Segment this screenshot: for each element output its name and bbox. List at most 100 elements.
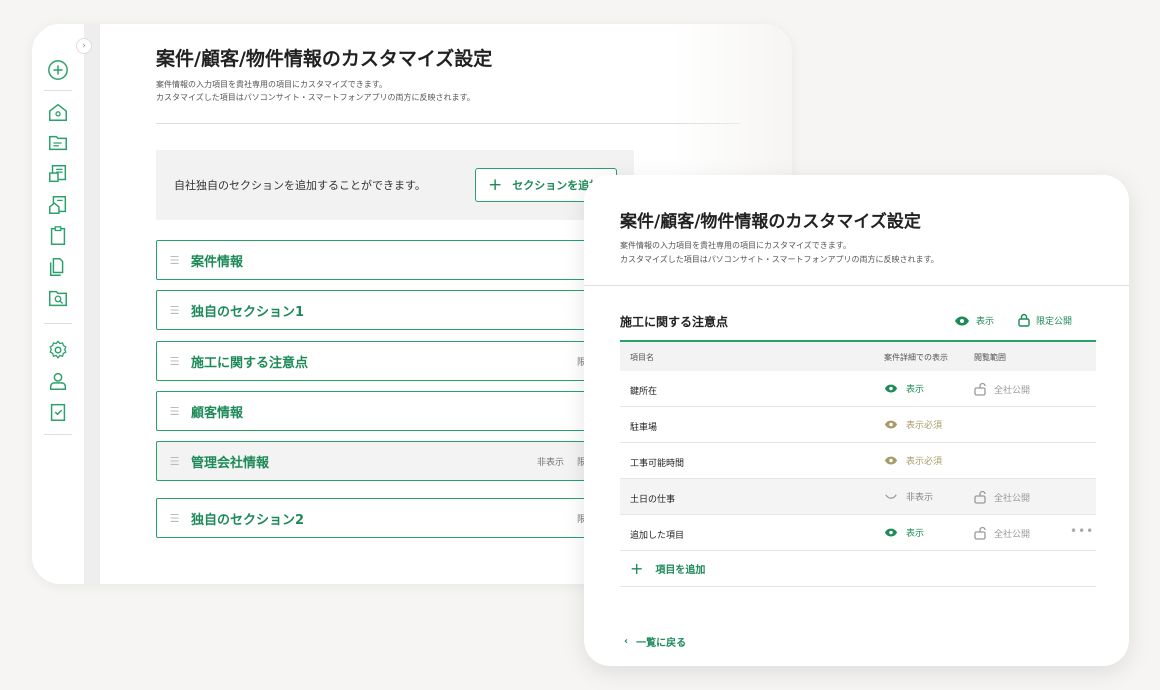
table-row[interactable]: 土日の仕事 非表示 全社公開	[620, 479, 1096, 515]
section-label: 施工に関する注意点	[191, 355, 309, 371]
section-label: 管理会社情報	[191, 455, 270, 471]
plus-icon: +	[630, 559, 644, 578]
visibility-toggle[interactable]: 表示	[954, 314, 994, 327]
section-label: 独自のセクション2	[191, 512, 305, 528]
fields-table: 項目名 案件詳細での表示 閲覧範囲 鍵所在 表示 全社公開 駐車場 表示必須 工…	[620, 340, 1096, 587]
field-name: 駐車場	[630, 423, 658, 433]
home-icon[interactable]	[46, 100, 70, 124]
add-section-text: 自社独自のセクションを追加することができます。	[174, 179, 426, 192]
divider	[156, 123, 740, 124]
back-link[interactable]: ‹ 一覧に戻る	[624, 634, 686, 649]
table-row[interactable]: 追加した項目 表示 全社公開 •••	[620, 515, 1096, 551]
lock-icon	[1018, 313, 1030, 327]
page-description: 案件情報の入力項目を貴社専用の項目にカスタマイズできます。 カスタマイズした項目…	[156, 78, 475, 104]
folder-list-icon[interactable]	[46, 131, 70, 155]
section-item[interactable]: ☰ 独自のセクション1	[156, 290, 634, 330]
page-description: 案件情報の入力項目を貴社専用の項目にカスタマイズできます。 カスタマイズした項目…	[620, 239, 939, 267]
visibility-label: 表示	[976, 317, 995, 327]
sidebar-divider	[44, 90, 72, 91]
column-display: 案件詳細での表示	[884, 353, 948, 362]
limited-label: 限定公開	[1036, 316, 1073, 327]
scope-label: 全社公開	[994, 529, 1031, 540]
eye-icon	[884, 456, 898, 465]
section-item[interactable]: ☰ 管理会社情報 非表示 限	[156, 441, 634, 481]
eye-closed-icon	[885, 494, 897, 499]
table-row[interactable]: 駐車場 表示必須	[620, 407, 1096, 443]
section-item[interactable]: ☰ 案件情報	[156, 240, 634, 280]
section-label: 独自のセクション1	[191, 304, 305, 320]
checklist-icon[interactable]	[46, 400, 70, 424]
page-title: 案件/顧客/物件情報のカスタマイズ設定	[620, 212, 921, 232]
divider	[584, 285, 1129, 286]
unlock-icon	[974, 490, 986, 504]
column-scope: 閲覧範囲	[974, 353, 1006, 362]
limited-access-toggle[interactable]: 限定公開	[1018, 313, 1072, 327]
add-item-label: 項目を追加	[655, 565, 706, 576]
display-label: 非表示	[906, 493, 934, 503]
display-label: 表示必須	[906, 457, 943, 467]
display-label: 表示	[906, 529, 925, 539]
drag-handle-icon[interactable]: ☰	[157, 355, 191, 368]
display-setting[interactable]: 表示必須	[884, 454, 942, 467]
table-row[interactable]: 工事可能時間 表示必須	[620, 443, 1096, 479]
description-line: 案件情報の入力項目を貴社専用の項目にカスタマイズできます。	[156, 80, 387, 89]
add-item-button[interactable]: + 項目を追加	[620, 551, 1096, 587]
table-row[interactable]: 鍵所在 表示 全社公開	[620, 371, 1096, 407]
display-setting[interactable]: 非表示	[884, 490, 933, 503]
files-icon[interactable]	[46, 255, 70, 279]
sidebar-divider	[44, 323, 72, 324]
sidebar-expand-icon[interactable]: ›	[76, 38, 92, 54]
front-window: 案件/顧客/物件情報のカスタマイズ設定 案件情報の入力項目を貴社専用の項目にカス…	[584, 175, 1129, 666]
drag-handle-icon[interactable]: ☰	[157, 512, 191, 525]
eye-icon	[884, 384, 898, 393]
add-circle-icon[interactable]	[46, 58, 70, 82]
drag-handle-icon[interactable]: ☰	[157, 304, 191, 317]
settings-icon[interactable]	[46, 338, 70, 362]
eye-icon	[884, 420, 898, 429]
customer-card-icon[interactable]	[46, 162, 70, 186]
section-title: 施工に関する注意点	[620, 315, 729, 329]
display-setting[interactable]: 表示	[884, 382, 924, 395]
field-name: 工事可能時間	[630, 459, 685, 469]
column-name: 項目名	[630, 353, 654, 362]
scope-label: 全社公開	[994, 493, 1031, 504]
clipboard-icon[interactable]	[46, 224, 70, 248]
scope-setting[interactable]: 全社公開	[974, 490, 1030, 504]
add-section-panel: 自社独自のセクションを追加することができます。 + セクションを追加	[156, 150, 634, 220]
sidebar	[32, 24, 84, 584]
plus-icon: +	[488, 175, 503, 195]
user-icon[interactable]	[46, 369, 70, 393]
scope-setting[interactable]: 全社公開	[974, 382, 1030, 396]
table-header: 項目名 案件詳細での表示 閲覧範囲	[620, 340, 1096, 371]
back-link-label: 一覧に戻る	[636, 638, 687, 649]
section-item[interactable]: ☰ 顧客情報	[156, 391, 634, 431]
field-name: 鍵所在	[630, 387, 658, 397]
property-card-icon[interactable]	[46, 193, 70, 217]
scope-label: 全社公開	[994, 385, 1031, 396]
sidebar-rail	[84, 24, 100, 584]
sidebar-divider	[44, 434, 72, 435]
drag-handle-icon[interactable]: ☰	[157, 254, 191, 267]
field-name: 土日の仕事	[630, 495, 676, 505]
description-line: カスタマイズした項目はパソコンサイト・スマートフォンアプリの両方に反映されます。	[156, 93, 475, 102]
display-setting[interactable]: 表示必須	[884, 418, 942, 431]
section-item[interactable]: ☰ 独自のセクション2 限	[156, 498, 634, 538]
field-name: 追加した項目	[630, 531, 685, 541]
drag-handle-icon[interactable]: ☰	[157, 455, 191, 468]
eye-icon	[884, 528, 898, 537]
scope-setting[interactable]: 全社公開	[974, 526, 1030, 540]
display-setting[interactable]: 表示	[884, 526, 924, 539]
section-label: 顧客情報	[191, 405, 244, 421]
search-folder-icon[interactable]	[46, 286, 70, 310]
section-item[interactable]: ☰ 施工に関する注意点 限	[156, 341, 634, 381]
unlock-icon	[974, 382, 986, 396]
eye-icon	[955, 316, 969, 325]
description-line: カスタマイズした項目はパソコンサイト・スマートフォンアプリの両方に反映されます。	[620, 255, 939, 264]
description-line: 案件情報の入力項目を貴社専用の項目にカスタマイズできます。	[620, 241, 851, 250]
drag-handle-icon[interactable]: ☰	[157, 405, 191, 418]
section-status: 非表示	[537, 457, 565, 468]
chevron-left-icon: ‹	[624, 636, 629, 647]
section-label: 案件情報	[191, 254, 244, 270]
display-label: 表示	[906, 385, 925, 395]
more-options-icon[interactable]: •••	[1070, 524, 1094, 538]
